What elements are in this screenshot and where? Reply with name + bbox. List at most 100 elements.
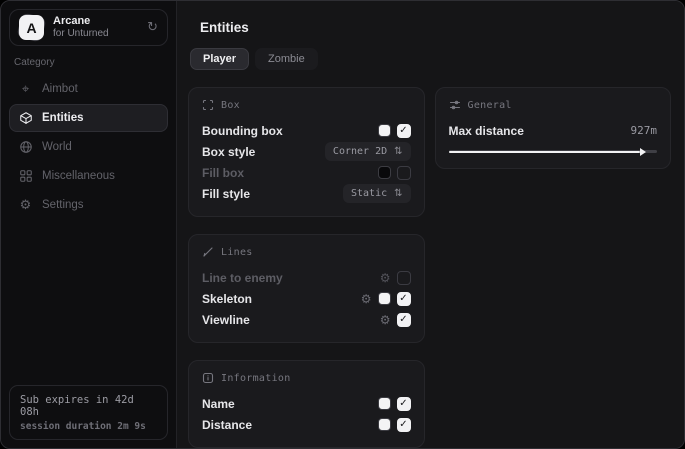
row-controls: Corner 2D ⇅ <box>325 142 411 161</box>
information-section: Information Name Distance <box>188 360 425 448</box>
checkbox[interactable] <box>397 166 411 180</box>
gear-icon[interactable]: ⚙ <box>380 314 391 326</box>
max-distance-slider[interactable] <box>449 147 658 156</box>
setting-row-name: Name <box>202 393 411 414</box>
checkbox[interactable] <box>397 313 411 327</box>
max-distance-value: 927m <box>631 124 658 137</box>
row-controls: ⚙ <box>380 271 411 285</box>
globe-icon <box>18 140 33 154</box>
checkbox[interactable] <box>397 292 411 306</box>
sidebar-item-label: Settings <box>42 199 84 211</box>
row-controls <box>378 166 411 180</box>
color-swatch[interactable] <box>378 292 391 305</box>
gear-icon[interactable]: ⚙ <box>380 272 391 284</box>
sidebar: A Arcane for Unturned ↻ Category ⌖ Aimbo… <box>1 1 177 448</box>
app-subtitle: for Unturned <box>53 28 138 40</box>
checkbox[interactable] <box>397 124 411 138</box>
brand-card: A Arcane for Unturned ↻ <box>9 9 168 46</box>
setting-row-fill-box: Fill box <box>202 162 411 183</box>
sidebar-item-aimbot[interactable]: ⌖ Aimbot <box>9 75 168 103</box>
sidebar-item-settings[interactable]: ⚙ Settings <box>9 191 168 219</box>
row-controls: ⚙ <box>361 292 411 306</box>
right-column: General Max distance 927m <box>435 87 672 169</box>
sidebar-item-label: Entities <box>42 112 84 124</box>
select-value: Corner 2D <box>333 146 387 157</box>
sidebar-item-world[interactable]: World <box>9 133 168 161</box>
setting-label: Line to enemy <box>202 271 283 285</box>
setting-label: Max distance <box>449 124 524 138</box>
select-value: Static <box>351 188 387 199</box>
sidebar-item-label: Miscellaneous <box>42 170 115 182</box>
app-name: Arcane <box>53 15 138 28</box>
color-swatch[interactable] <box>378 124 391 137</box>
subscription-info: Sub expires in 42d 08h session duration … <box>9 385 168 440</box>
section-title: General <box>468 100 512 111</box>
general-section-header: General <box>449 99 658 111</box>
category-label: Category <box>14 57 176 68</box>
setting-label: Viewline <box>202 313 250 327</box>
sidebar-nav: ⌖ Aimbot Entities World Miscellaneous <box>1 75 176 219</box>
chevrons-up-down-icon: ⇅ <box>394 146 402 157</box>
grid-icon <box>18 169 33 183</box>
crosshair-icon: ⌖ <box>18 83 33 96</box>
tab-zombie[interactable]: Zombie <box>255 48 318 70</box>
setting-label: Skeleton <box>202 292 252 306</box>
setting-row-fill-style: Fill style Static ⇅ <box>202 183 411 204</box>
box-style-select[interactable]: Corner 2D ⇅ <box>325 142 411 161</box>
sidebar-item-entities[interactable]: Entities <box>9 104 168 132</box>
setting-row-distance: Distance <box>202 414 411 435</box>
setting-row-line-to-enemy: Line to enemy ⚙ <box>202 267 411 288</box>
scan-icon <box>202 99 214 111</box>
sidebar-item-miscellaneous[interactable]: Miscellaneous <box>9 162 168 190</box>
row-controls <box>378 397 411 411</box>
sub-expiry-text: Sub expires in 42d 08h <box>20 394 157 418</box>
information-section-header: Information <box>202 372 411 384</box>
gear-icon: ⚙ <box>18 199 33 212</box>
section-title: Information <box>221 373 291 384</box>
checkbox[interactable] <box>397 397 411 411</box>
setting-label: Name <box>202 397 235 411</box>
sync-icon[interactable]: ↻ <box>147 20 158 35</box>
logo-letter: A <box>19 15 44 40</box>
app-window: A Arcane for Unturned ↻ Category ⌖ Aimbo… <box>0 0 685 449</box>
color-swatch[interactable] <box>378 397 391 410</box>
app-logo: A <box>19 15 44 40</box>
brand-text: Arcane for Unturned <box>53 15 138 39</box>
setting-label: Fill style <box>202 187 250 201</box>
setting-row-max-distance: Max distance 927m <box>449 120 658 141</box>
slider-fill <box>449 151 641 153</box>
main-panel: Entities Player Zombie Box Bounding box <box>178 1 684 448</box>
box-section-header: Box <box>202 99 411 111</box>
row-controls <box>378 418 411 432</box>
general-section: General Max distance 927m <box>435 87 672 169</box>
section-title: Lines <box>221 247 253 258</box>
chevrons-up-down-icon: ⇅ <box>394 188 402 199</box>
setting-row-bounding-box: Bounding box <box>202 120 411 141</box>
row-controls <box>378 124 411 138</box>
lines-section: Lines Line to enemy ⚙ Skeleton ⚙ <box>188 234 425 343</box>
gear-icon[interactable]: ⚙ <box>361 293 372 305</box>
row-controls: Static ⇅ <box>343 184 411 203</box>
checkbox[interactable] <box>397 271 411 285</box>
pencil-line-icon <box>202 246 214 258</box>
content-area: Box Bounding box Box style Cor <box>188 87 671 448</box>
color-swatch[interactable] <box>378 166 391 179</box>
fill-style-select[interactable]: Static ⇅ <box>343 184 411 203</box>
sliders-icon <box>449 99 461 111</box>
color-swatch[interactable] <box>378 418 391 431</box>
sidebar-item-label: Aimbot <box>42 83 78 95</box>
page-title: Entities <box>200 20 671 35</box>
setting-label: Distance <box>202 418 252 432</box>
session-duration-text: session duration 2m 9s <box>20 421 157 432</box>
sidebar-item-label: World <box>42 141 72 153</box>
setting-label: Box style <box>202 145 255 159</box>
tab-player[interactable]: Player <box>190 48 249 70</box>
row-controls: ⚙ <box>380 313 411 327</box>
setting-row-viewline: Viewline ⚙ <box>202 309 411 330</box>
setting-row-skeleton: Skeleton ⚙ <box>202 288 411 309</box>
tab-bar: Player Zombie <box>190 48 671 70</box>
box-section: Box Bounding box Box style Cor <box>188 87 425 217</box>
checkbox[interactable] <box>397 418 411 432</box>
info-square-icon <box>202 372 214 384</box>
setting-row-box-style: Box style Corner 2D ⇅ <box>202 141 411 162</box>
